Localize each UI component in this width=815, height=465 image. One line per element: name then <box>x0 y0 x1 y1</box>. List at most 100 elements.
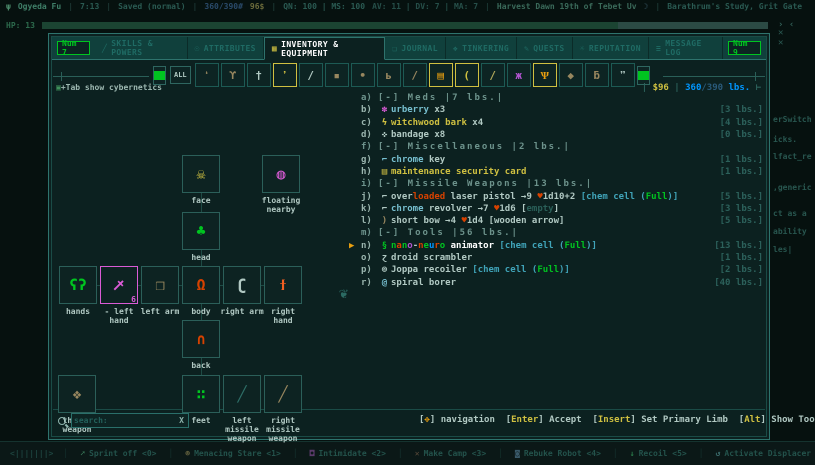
filter-button-3[interactable]: † <box>247 63 271 87</box>
filter-button-2[interactable]: ϒ <box>221 63 245 87</box>
filter-all-button[interactable]: ALL <box>170 66 191 84</box>
tab-attributes[interactable]: ☉ATTRIBUTES <box>188 37 264 59</box>
filter-page-left[interactable] <box>153 66 166 85</box>
filter-button-14[interactable]: Ѱ <box>533 63 557 87</box>
filter-button-9[interactable]: / <box>403 63 427 87</box>
filter-button-4[interactable]: ❜ <box>273 63 297 87</box>
tab-reputation[interactable]: ☼REPUTATION <box>573 37 649 59</box>
inventory-item-row[interactable]: h)▤maintenance security card[1 lbs.] <box>349 166 763 178</box>
tab-inventory-equipment[interactable]: ▦INVENTORY & EQUIPMENT <box>264 37 385 60</box>
inventory-item-row[interactable]: l))short bow →4 ♥1d4 [wooden arrow][5 lb… <box>349 215 763 227</box>
search-input[interactable] <box>72 415 175 426</box>
tab-message-log[interactable]: ≡MESSAGE LOG <box>649 37 723 59</box>
inventory-item-row[interactable]: r)@spiral borer[40 lbs.] <box>349 276 763 288</box>
filter-button-7[interactable]: • <box>351 63 375 87</box>
ability-icon: ☻ <box>185 449 190 458</box>
tab-icon: ❏ <box>392 44 397 53</box>
filter-button-6[interactable]: ▪ <box>325 63 349 87</box>
ability-item: ✕Make Camp <3> <box>403 449 498 458</box>
filter-page-right[interactable] <box>637 66 650 85</box>
filter-button-1[interactable]: ❛ <box>195 63 219 87</box>
equipment-slot-right-missile-weapon[interactable]: ╱ <box>264 375 302 413</box>
inventory-item-row[interactable]: ▶n)§nano-neuro animator [chem cell (Full… <box>349 240 763 252</box>
item-name: chrome key <box>391 155 445 165</box>
inventory-category-row[interactable]: i)[-] Missile Weapons |13 lbs.| <box>349 178 763 190</box>
text-segment: 96$ <box>250 2 264 11</box>
tab-icon: ☉ <box>195 44 200 53</box>
inventory-item-row[interactable]: d)✜bandage x8[0 lbs.] <box>349 129 763 141</box>
search-box[interactable]: X <box>71 413 189 428</box>
cybernetics-hint: ▣+Tab show cybernetics <box>56 83 162 92</box>
text-segment: loaded <box>413 192 446 202</box>
equipment-slot-hands[interactable]: ʕʔ <box>59 266 97 304</box>
inventory-item-row[interactable]: j)⌐overloaded laser pistol →9 ♥1d10+2 [c… <box>349 190 763 202</box>
clear-search-button[interactable]: X <box>175 416 188 425</box>
filter-button-8[interactable]: ь <box>377 63 401 87</box>
item-icon: § <box>378 241 391 251</box>
tab-journal[interactable]: ❏JOURNAL <box>385 37 446 59</box>
filter-icon: ϒ <box>229 69 236 82</box>
tab-skills-powers[interactable]: ╱SKILLS & POWERS <box>95 37 188 59</box>
tab-label: TINKERING <box>462 44 509 53</box>
equipment-slot-right-hand[interactable]: ϯ <box>264 266 302 304</box>
inventory-item-row[interactable]: o)ɀdroid scrambler[1 lbs.] <box>349 252 763 264</box>
tab-bar: Num 7 ╱SKILLS & POWERS☉ATTRIBUTES▦INVENT… <box>52 37 766 60</box>
ability-item: ↺Activate Displacer Bracelet <6> <box>704 449 815 458</box>
slot-label-head: head <box>171 253 231 262</box>
text-segment: Harvest Dawn 19th of Tebet Uv <box>497 2 637 11</box>
item-letter: m) <box>361 228 378 238</box>
item-name: bandage x8 <box>391 130 445 140</box>
filter-button-16[interactable]: ƃ <box>585 63 609 87</box>
tab-label: INVENTORY & EQUIPMENT <box>281 40 377 58</box>
inventory-item-row[interactable]: g)⌐chrome key[1 lbs.] <box>349 153 763 165</box>
inventory-item-row[interactable]: k)⌐chrome revolver →7 ♥1d6 [empty][3 lbs… <box>349 203 763 215</box>
text-segment: [chem cell ( <box>499 241 564 251</box>
equipment-slot-head[interactable]: ♣ <box>182 212 220 250</box>
right-missile-weapon-item-icon: ╱ <box>278 387 287 402</box>
equipment-slot-left-hand[interactable]: †6 <box>100 266 138 304</box>
text-segment: Alt <box>744 415 760 425</box>
inventory-window: Num 7 ╱SKILLS & POWERS☉ATTRIBUTES▦INVENT… <box>48 33 770 440</box>
equipment-slot-back[interactable]: ∩ <box>182 320 220 358</box>
filter-button-15[interactable]: ◆ <box>559 63 583 87</box>
filter-button-11[interactable]: ( <box>455 63 479 87</box>
filter-icon: ж <box>515 69 522 82</box>
item-name: overloaded laser pistol →9 ♥1d10+2 [chem… <box>391 192 678 202</box>
tab-quests[interactable]: ✎QUESTS <box>517 37 573 59</box>
selection-cursor <box>349 192 361 202</box>
inventory-item-row[interactable]: c)ϟwitchwood bark x4[4 lbs.] <box>349 117 763 129</box>
filter-button-13[interactable]: ж <box>507 63 531 87</box>
tab-tinkering[interactable]: ❖TINKERING <box>446 37 517 59</box>
filter-button-5[interactable]: ∕ <box>299 63 323 87</box>
item-letter: k) <box>361 204 378 214</box>
equipment-slot-body[interactable]: Ω <box>182 266 220 304</box>
item-letter: g) <box>361 155 378 165</box>
background-text: ct as a <box>773 209 807 218</box>
filter-icon: / <box>411 69 418 82</box>
inventory-item-row[interactable]: p)⊚Joppa recoiler [chem cell (Full)][2 l… <box>349 264 763 276</box>
item-letter: j) <box>361 192 378 202</box>
equipment-slot-thrown-weapon[interactable]: ❖ <box>58 375 96 413</box>
equipment-slot-right-arm[interactable]: ʗ <box>223 266 261 304</box>
equipment-slot-face[interactable]: ☠ <box>182 155 220 193</box>
filter-button-17[interactable]: ❞ <box>611 63 635 87</box>
hp-label: HP: 13 <box>6 21 35 30</box>
equipment-slot-left-arm[interactable]: ❒ <box>141 266 179 304</box>
filter-button-10[interactable]: ▤ <box>429 63 453 87</box>
selection-cursor <box>349 167 361 177</box>
filter-button-12[interactable]: ∕ <box>481 63 505 87</box>
floating-nearby-item-icon: ◍ <box>276 167 285 182</box>
item-icon: ) <box>378 216 391 226</box>
item-name: chrome revolver →7 ♥1d6 [empty] <box>391 204 559 214</box>
inventory-category-row[interactable]: f)[-] Miscellaneous |2 lbs.| <box>349 141 763 153</box>
tab-icon: ≡ <box>656 44 661 53</box>
equipment-slot-feet[interactable]: ∷ <box>182 375 220 413</box>
inventory-item-row[interactable]: b)✽urberry x3[3 lbs.] <box>349 104 763 116</box>
item-weight: [4 lbs.] <box>720 118 763 128</box>
background-text: les| <box>773 245 792 254</box>
item-icon: ⊚ <box>378 265 391 275</box>
equipment-slot-left-missile-weapon[interactable]: ╱ <box>223 375 261 413</box>
equipment-slot-floating-nearby[interactable]: ◍ <box>262 155 300 193</box>
inventory-category-row[interactable]: m)[-] Tools |56 lbs.| <box>349 227 763 239</box>
divider <box>755 72 756 81</box>
